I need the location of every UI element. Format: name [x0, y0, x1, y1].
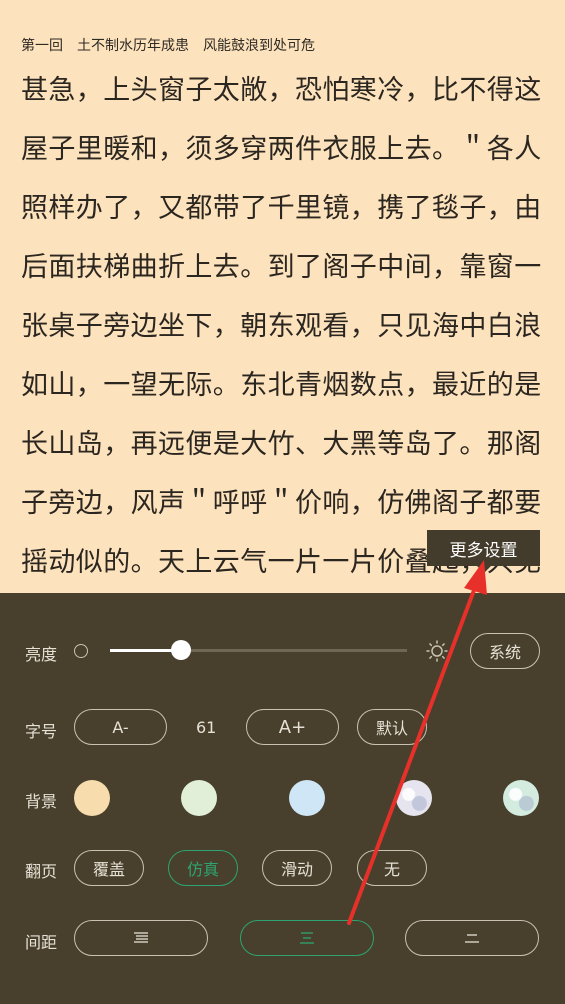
spacing-medium-button[interactable] [240, 920, 374, 956]
spacing-narrow-button[interactable] [405, 920, 539, 956]
font-increase-button[interactable]: A+ [246, 709, 339, 745]
background-swatch-mint-pattern[interactable] [503, 780, 539, 816]
font-size-label: 字号 [25, 722, 58, 741]
system-brightness-button[interactable]: 系统 [470, 633, 540, 669]
page-turn-cover-button[interactable]: 覆盖 [74, 850, 144, 886]
tooltip-tail [476, 565, 492, 573]
text-line: 子旁边，风声＂呼呼＂价响，仿佛阁子都要 [21, 488, 542, 519]
spacing-medium-icon [300, 932, 314, 944]
page-turn-label: 翻页 [25, 862, 58, 881]
brightness-label: 亮度 [25, 645, 58, 664]
text-line: 张桌子旁边坐下，朝东观看，只见海中白浪 [21, 311, 542, 342]
page-turn-none-button[interactable]: 无 [357, 850, 427, 886]
font-decrease-button[interactable]: A- [74, 709, 167, 745]
text-line: 如山，一望无际。东北青烟数点，最近的是 [21, 370, 542, 401]
page-turn-slide-button[interactable]: 滑动 [262, 850, 332, 886]
font-default-button[interactable]: 默认 [357, 709, 427, 745]
background-swatch-light-green[interactable] [181, 780, 217, 816]
text-line: 照样办了，又都带了千里镜，携了毯子，由 [21, 193, 542, 224]
reader-page[interactable]: 第一回 土不制水历年成患 风能鼓浪到处可危 甚急，上头窗子太敞，恐怕寒冷，比不得… [0, 0, 565, 593]
spacing-narrow-icon [465, 934, 479, 943]
background-label: 背景 [25, 792, 58, 811]
more-settings-button[interactable]: 更多设置 [427, 530, 540, 566]
text-line: 甚急，上头窗子太敞，恐怕寒冷，比不得这 [21, 75, 542, 106]
brightness-low-icon [74, 644, 88, 658]
brightness-slider[interactable] [110, 640, 407, 660]
spacing-wide-button[interactable] [74, 920, 208, 956]
background-swatch-beige[interactable] [74, 780, 110, 816]
brightness-high-icon [426, 640, 448, 662]
background-swatch-white-pattern[interactable] [396, 780, 432, 816]
text-line: 屋子里暖和，须多穿两件衣服上去。＂各人 [21, 134, 542, 165]
font-size-value: 61 [196, 718, 217, 737]
background-swatch-light-blue[interactable] [289, 780, 325, 816]
page-turn-simulation-button[interactable]: 仿真 [168, 850, 238, 886]
spacing-wide-icon [134, 932, 148, 943]
chapter-title: 第一回 土不制水历年成患 风能鼓浪到处可危 [21, 38, 315, 54]
text-line: 后面扶梯曲折上去。到了阁子中间，靠窗一 [21, 252, 542, 283]
spacing-label: 间距 [25, 933, 58, 952]
text-line: 长山岛，再远便是大竹、大黑等岛了。那阁 [21, 429, 542, 460]
